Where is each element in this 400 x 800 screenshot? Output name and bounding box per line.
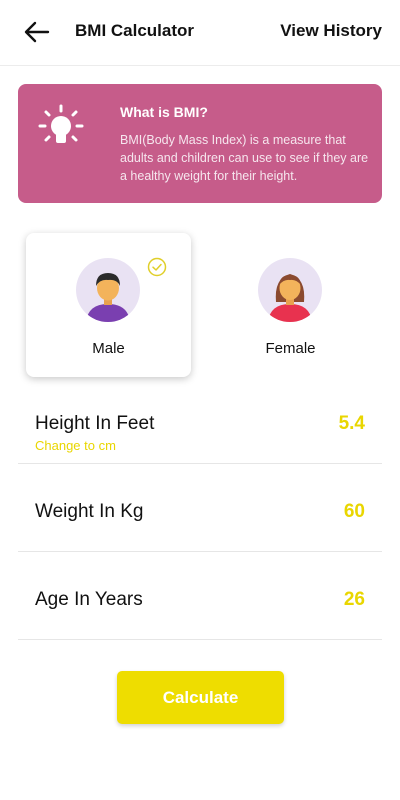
weight-value[interactable]: 60 — [344, 501, 365, 523]
change-to-cm-link[interactable]: Change to cm — [35, 438, 116, 453]
back-button[interactable] — [22, 18, 52, 46]
weight-field[interactable]: Weight In Kg 60 — [18, 464, 382, 552]
age-label: Age In Years — [35, 589, 143, 610]
check-circle-icon — [147, 257, 167, 277]
info-description: BMI(Body Mass Index) is a measure that a… — [120, 133, 369, 183]
calculate-button[interactable]: Calculate — [117, 671, 284, 724]
female-avatar-icon — [258, 258, 322, 322]
gender-option-female[interactable]: Female — [208, 233, 373, 377]
age-value[interactable]: 26 — [344, 589, 365, 611]
info-title: What is BMI? — [120, 104, 208, 120]
arrow-left-icon — [24, 21, 50, 43]
age-field[interactable]: Age In Years 26 — [18, 552, 382, 640]
lightbulb-icon — [38, 104, 84, 143]
male-avatar-icon — [76, 258, 140, 322]
view-history-link[interactable]: View History — [280, 21, 382, 41]
bmi-info-card: What is BMI? BMI(Body Mass Index) is a m… — [18, 84, 382, 203]
page-title: BMI Calculator — [75, 21, 195, 40]
gender-label-male: Male — [92, 340, 125, 357]
height-value[interactable]: 5.4 — [339, 413, 365, 435]
height-label: Height In Feet — [35, 413, 155, 434]
gender-option-male[interactable]: Male — [26, 233, 191, 377]
app-header: BMI Calculator View History — [0, 0, 400, 66]
weight-label: Weight In Kg — [35, 501, 144, 522]
gender-label-female: Female — [265, 340, 316, 357]
height-field[interactable]: Height In Feet 5.4 Change to cm — [18, 395, 382, 464]
